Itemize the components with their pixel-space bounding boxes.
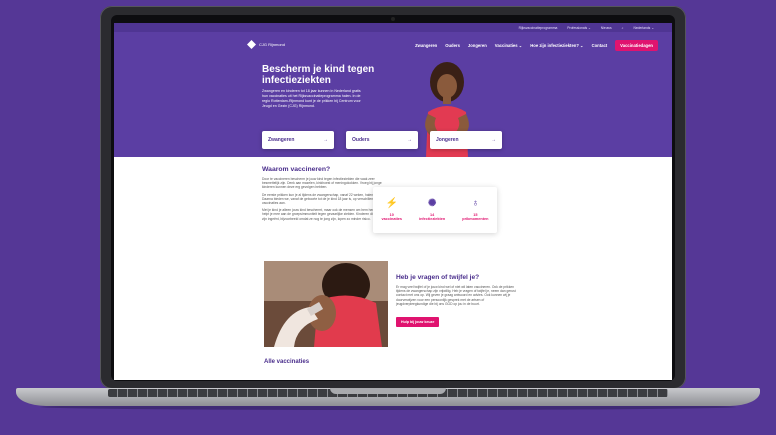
lightbulb-icon: ♁ bbox=[471, 198, 480, 209]
virus-icon: ✺ bbox=[427, 198, 437, 209]
stats-box: ⚡ 10 vaccinaties ✺ 14 infectieziekten ♁ … bbox=[373, 187, 497, 233]
questions-title: Heb je vragen of twijfel je? bbox=[396, 274, 480, 281]
hero-text: Zwangeren en kinderen tot 18 jaar kunnen… bbox=[262, 89, 361, 108]
website-screen: Rijksvaccinatieprogramma Professionals ⌄… bbox=[114, 23, 672, 380]
stat-label: infectieziekten bbox=[419, 217, 446, 221]
top-link-program[interactable]: Rijksvaccinatieprogramma bbox=[519, 26, 558, 30]
syringe-icon: ⚡ bbox=[385, 198, 398, 209]
language-select[interactable]: Nederlands ⌄ bbox=[633, 26, 654, 30]
top-utility-bar: Rijksvaccinatieprogramma Professionals ⌄… bbox=[114, 23, 672, 32]
why-paragraph: Met je kind je alleen jouw kind bescherm… bbox=[262, 208, 382, 221]
logo[interactable]: CJG Rijnmond bbox=[247, 40, 285, 49]
card-label: Ouders bbox=[352, 137, 370, 143]
nav-item-diseases[interactable]: Hoe zijn infectieziekten? ⌄ bbox=[530, 43, 583, 48]
stat-label: prikmomenten bbox=[462, 217, 489, 221]
logo-icon bbox=[247, 40, 256, 49]
laptop-notch bbox=[330, 388, 446, 394]
nav-item-contact[interactable]: Contact bbox=[592, 43, 608, 48]
nav-item-youth[interactable]: Jongeren bbox=[468, 43, 487, 48]
questions-text: Er mag veel twijfel of je jouw kind wel … bbox=[396, 285, 516, 306]
nav-item-vaccinations[interactable]: Vaccinaties ⌄ bbox=[495, 43, 523, 48]
audience-cards: Zwangeren → Ouders → Jongeren → bbox=[262, 131, 502, 149]
card-label: Jongeren bbox=[436, 137, 459, 143]
arrow-right-icon: → bbox=[491, 137, 496, 143]
why-title: Waarom vaccineren? bbox=[262, 166, 331, 173]
arrow-right-icon: → bbox=[407, 137, 412, 143]
stat-label: vaccinaties bbox=[381, 217, 402, 221]
vaccination-photo bbox=[264, 261, 388, 347]
help-choice-button[interactable]: Hulp bij jouw keuze bbox=[396, 317, 440, 328]
all-vaccinations-heading: Alle vaccinaties bbox=[264, 359, 310, 365]
nav-item-parents[interactable]: Ouders bbox=[445, 43, 460, 48]
questions-section: Heb je vragen of twijfel je? Er mag veel… bbox=[396, 274, 516, 328]
why-paragraph: De eerste prikken kun je al tijdens de z… bbox=[262, 192, 377, 206]
search-icon[interactable]: ⌕ bbox=[622, 26, 624, 30]
card-youth[interactable]: Jongeren → bbox=[430, 131, 502, 149]
stat-diseases: ✺ 14 infectieziekten bbox=[419, 198, 446, 222]
card-parents[interactable]: Ouders → bbox=[346, 131, 418, 149]
why-vaccinate-section: Waarom vaccineren? Door te vaccineren be… bbox=[262, 166, 382, 224]
hero-title: Bescherm je kind tegen infectieziekten bbox=[262, 64, 375, 86]
top-link-news[interactable]: Nieuws bbox=[601, 26, 612, 30]
main-nav: CJG Rijnmond Zwangeren Ouders Jongeren V… bbox=[114, 32, 672, 58]
stat-moments: ♁ 15 prikmomenten bbox=[462, 198, 489, 222]
top-link-professionals[interactable]: Professionals ⌄ bbox=[567, 26, 590, 30]
logo-text: CJG Rijnmond bbox=[259, 42, 286, 47]
nav-item-pregnant[interactable]: Zwangeren bbox=[415, 43, 437, 48]
arrow-right-icon: → bbox=[323, 137, 328, 143]
vaccination-days-button[interactable]: Vaccinatiedagen bbox=[615, 39, 658, 51]
stat-vaccinations: ⚡ 10 vaccinaties bbox=[381, 198, 402, 222]
card-label: Zwangeren bbox=[268, 137, 295, 143]
camera-icon bbox=[391, 17, 395, 21]
why-paragraph: Door te vaccineren bescherm je jouw kind… bbox=[262, 177, 382, 190]
card-pregnant[interactable]: Zwangeren → bbox=[262, 131, 334, 149]
